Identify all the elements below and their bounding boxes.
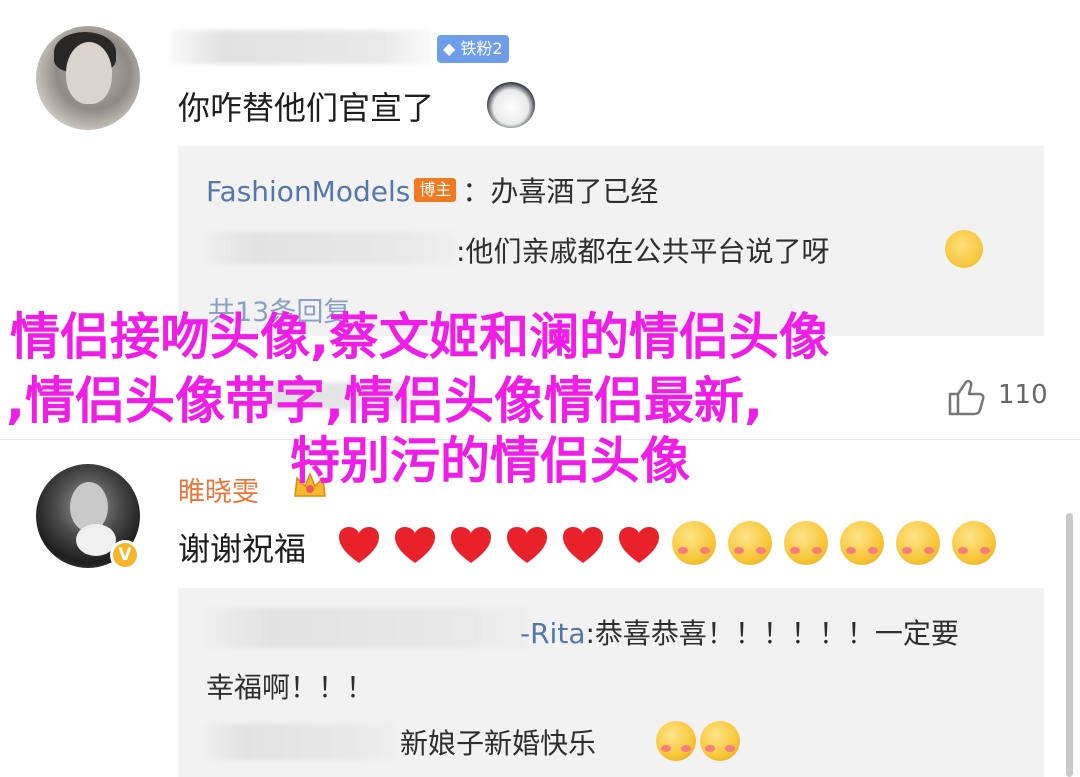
reply-author-link[interactable]: FashionModels [206, 175, 410, 208]
reply-author-blurred[interactable] [205, 724, 395, 760]
blushing-emoji-icon [784, 521, 828, 565]
username[interactable]: 睢晓雯 [178, 470, 259, 509]
reply-text: 恭喜恭喜！！！！！！一定要 [594, 617, 959, 650]
reply-2[interactable]: 新娘子新婚快乐 [400, 722, 596, 762]
heart-emoji-icon [451, 527, 491, 563]
reply-text: 他们亲戚都在公共平台说了呀 [465, 235, 830, 268]
kissing-emoji-icon [700, 721, 740, 761]
username-blurred[interactable] [170, 30, 432, 64]
reply-author-link[interactable]: -Rita [520, 617, 585, 650]
heart-emoji-icon [339, 527, 379, 563]
blushing-emoji-icon [952, 521, 996, 565]
fan-badge-label: 铁粉2 [460, 39, 503, 58]
reply-1[interactable]: -Rita:恭喜恭喜！！！！！！一定要 [520, 612, 959, 652]
overlay-headline-line2: ,情侣头像带字,情侣头像情侣最新, [6, 372, 763, 430]
reply-1[interactable]: FashionModels 博主 ：办喜酒了已经 [206, 170, 658, 210]
reply-text: ：办喜酒了已经 [462, 175, 659, 208]
reply-author-blurred[interactable] [205, 232, 455, 264]
reply-text: 新娘子新婚快乐 [400, 727, 597, 760]
fan-badge: ◆ 铁粉2 [437, 35, 509, 63]
heart-emoji-icon [395, 527, 435, 563]
blushing-emoji-icon [840, 521, 884, 565]
thumbs-up-icon[interactable] [946, 378, 986, 416]
avatar-face [66, 42, 112, 104]
comment-text: 你咋替他们官宣了 [178, 83, 434, 129]
verified-badge-icon: V [110, 540, 140, 570]
reply-1-line2: 幸福啊！！！ [206, 671, 375, 704]
reply-2[interactable]: :他们亲戚都在公共平台说了呀 [456, 230, 829, 270]
heart-emoji-icon [619, 527, 659, 563]
like-count: 110 [998, 380, 1048, 410]
scrollbar[interactable] [1066, 513, 1073, 777]
comment-text-body: 你咋替他们官宣了 [178, 89, 435, 127]
blushing-emoji-icon [672, 521, 716, 565]
overlay-headline-line1: 情侣接吻头像,蔡文姬和澜的情侣头像 [10, 308, 829, 366]
kissing-emoji-icon [656, 721, 696, 761]
reply-author-blurred[interactable] [205, 608, 527, 648]
blogger-badge: 博主 [414, 178, 457, 202]
husky-emoji-icon [487, 82, 535, 128]
avatar[interactable] [36, 26, 140, 130]
comment-text: 谢谢祝福 [178, 524, 306, 570]
laughing-emoji-icon [945, 230, 983, 268]
heart-emoji-icon [563, 527, 603, 563]
heart-emoji-icon [507, 527, 547, 563]
blushing-emoji-icon [896, 521, 940, 565]
overlay-headline-line3: 特别污的情侣头像 [290, 432, 690, 490]
comment-text-body: 谢谢祝福 [178, 530, 307, 568]
blushing-emoji-icon [728, 521, 772, 565]
